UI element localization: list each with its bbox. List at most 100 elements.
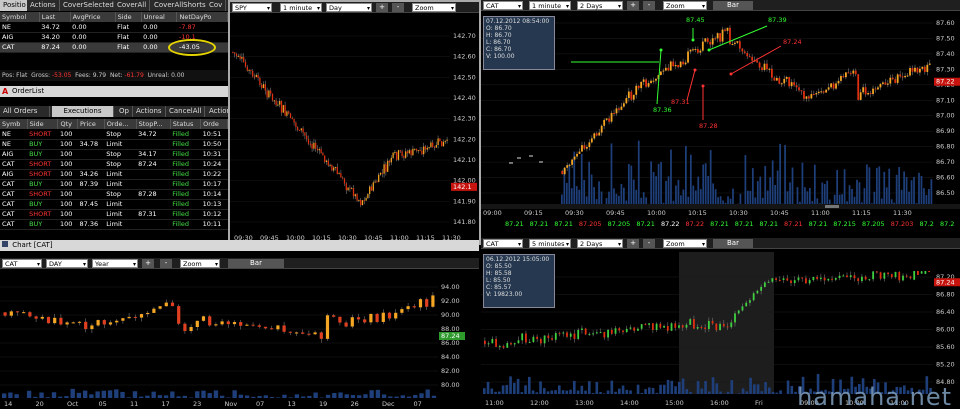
cell: 10:11 — [200, 219, 228, 230]
table-row[interactable]: CAT SHORT 100 Limit 87.31 Filled 10:12 — [0, 209, 228, 220]
volume-bar — [425, 389, 430, 398]
volume-bar — [900, 189, 903, 205]
candle-body — [630, 91, 633, 100]
col-symbol[interactable]: Symb — [0, 119, 28, 129]
volume-bar — [756, 181, 759, 205]
volume-bar — [764, 165, 767, 205]
col-symbol[interactable]: Symbol — [0, 12, 40, 22]
col-side[interactable]: Side — [115, 12, 142, 22]
candle-body — [819, 277, 822, 280]
volume-bar — [652, 171, 655, 205]
col-stopprice[interactable]: StopP... — [136, 119, 171, 129]
table-row[interactable]: AIG BUY 100 Stop 34.17 Filled 10:31 — [0, 149, 228, 160]
candle-body — [921, 66, 924, 69]
candle-body — [678, 325, 680, 328]
col-ordertime[interactable]: Orde — [200, 119, 228, 129]
tab-open[interactable]: Op — [116, 106, 133, 117]
cover-all-button[interactable]: CoverAll — [114, 0, 151, 11]
table-row[interactable]: CAT SHORT 100 Stop 87.24 Filled 10:24 — [0, 159, 228, 170]
candle-body — [405, 151, 407, 158]
volume-bar — [885, 187, 888, 205]
table-row[interactable]: CAT SHORT 100 Stop 87.28 Filled 10:14 — [0, 189, 228, 200]
col-unreal[interactable]: Unreal — [141, 12, 178, 22]
candle-body — [327, 160, 329, 166]
x-tick-label: 11:30 — [893, 209, 912, 217]
tab-actions-2[interactable]: Actions — [133, 106, 166, 117]
candle-body — [146, 312, 150, 315]
volume-bar — [741, 388, 745, 394]
volume-bar — [910, 180, 913, 205]
candle-body — [127, 316, 131, 319]
spy-chart-canvas[interactable]: 142.70 142.60 142.50 142.40 142.30 142.20 142.… — [230, 2, 479, 243]
tab-all-orders[interactable]: All Orders — [0, 106, 50, 117]
candle-body — [905, 275, 908, 277]
table-row[interactable]: CAT BUY 100 87.39 Limit Filled 10:17 — [0, 179, 228, 190]
candle-body — [513, 343, 516, 345]
col-ordertype[interactable]: Orde... — [104, 119, 137, 129]
volume-bar — [509, 376, 512, 394]
col-qty[interactable]: Qty — [57, 119, 78, 129]
cat-year-chart-canvas[interactable]: 94.0092.0090.0088.0086.0084.0082.0080.00… — [0, 240, 479, 409]
table-row[interactable]: CAT 87.24 0.00 Flat 0.00 -43.05 — [0, 38, 228, 56]
x-tick-label: 11:00 — [485, 399, 504, 407]
x-tick-label: Nov — [225, 400, 238, 408]
table-row[interactable]: NE BUY 100 34.78 Limit Filled 10:50 — [0, 139, 228, 150]
volume-bar — [157, 395, 163, 398]
candle-body — [381, 172, 383, 174]
col-last[interactable]: Last — [39, 12, 71, 22]
candle-body — [687, 51, 689, 63]
candle-body — [270, 90, 272, 94]
candle-body — [96, 320, 100, 326]
volume-bar — [635, 189, 638, 205]
candle-body — [410, 150, 412, 156]
tab-actions-3[interactable]: Actions — [206, 106, 228, 117]
last-price-label: 87.24 — [441, 332, 460, 340]
cell: 87.24 — [39, 42, 71, 53]
y-tick-label: 87.60 — [936, 19, 955, 27]
col-status[interactable]: Status — [170, 119, 202, 129]
candle-body — [756, 60, 758, 63]
cover-all-shorts-button[interactable]: CoverAllShorts — [151, 0, 210, 11]
ticker-price: 87.215 — [833, 220, 856, 228]
volume-bar — [610, 143, 613, 205]
candle-body — [783, 78, 786, 84]
table-row[interactable]: NE SHORT 100 Stop 34.72 Filled 10:51 — [0, 129, 228, 140]
tab-actions[interactable]: Actions — [27, 0, 60, 11]
cell: 87.45 — [77, 199, 105, 210]
volume-bar — [823, 184, 826, 205]
candle-body — [428, 147, 430, 149]
candle-body — [347, 187, 349, 191]
col-side[interactable]: Side — [27, 119, 59, 129]
volume-bar — [759, 176, 762, 205]
candle-body — [847, 72, 850, 74]
candle-body — [539, 338, 542, 344]
col-avgprice[interactable]: AvgPrice — [70, 12, 116, 22]
table-row[interactable]: NE 34.72 0.00 Flat 0.00 -7.87 — [0, 22, 228, 33]
volume-bar — [796, 187, 799, 205]
cancel-all-button[interactable]: CancelAll — [166, 106, 206, 117]
table-row[interactable]: AIG SHORT 100 34.26 Limit Filled 10:22 — [0, 169, 228, 180]
ticker-price: 87.21 — [505, 220, 524, 228]
table-row[interactable]: CAT BUY 100 87.45 Limit Filled 10:13 — [0, 199, 228, 210]
table-row[interactable]: CAT BUY 100 87.36 Limit Filled 10:11 — [0, 219, 228, 230]
cell: SHORT — [27, 159, 58, 170]
cell: 100 — [57, 129, 78, 140]
volume-bar — [513, 382, 516, 394]
cell: BUY — [27, 149, 58, 160]
volume-bar — [730, 380, 734, 394]
app-logo-icon: A — [2, 87, 9, 96]
candle-body — [883, 272, 886, 279]
col-netdaypos[interactable]: NetDayPo — [176, 12, 228, 22]
ticker-price: 87.21 — [734, 220, 754, 228]
candle-body — [899, 74, 902, 77]
volume-bar — [357, 395, 362, 398]
candle-body — [271, 93, 274, 101]
tab-positions[interactable]: Positio — [0, 0, 30, 11]
candle-body — [845, 72, 847, 78]
cover-button[interactable]: Cov — [206, 0, 227, 11]
candle-body — [644, 324, 647, 326]
tab-executions[interactable]: Executions — [52, 106, 114, 117]
x-tick-label: 07 — [256, 400, 264, 408]
col-price[interactable]: Price — [77, 119, 105, 129]
cover-selected-button[interactable]: CoverSelected — [60, 0, 118, 11]
